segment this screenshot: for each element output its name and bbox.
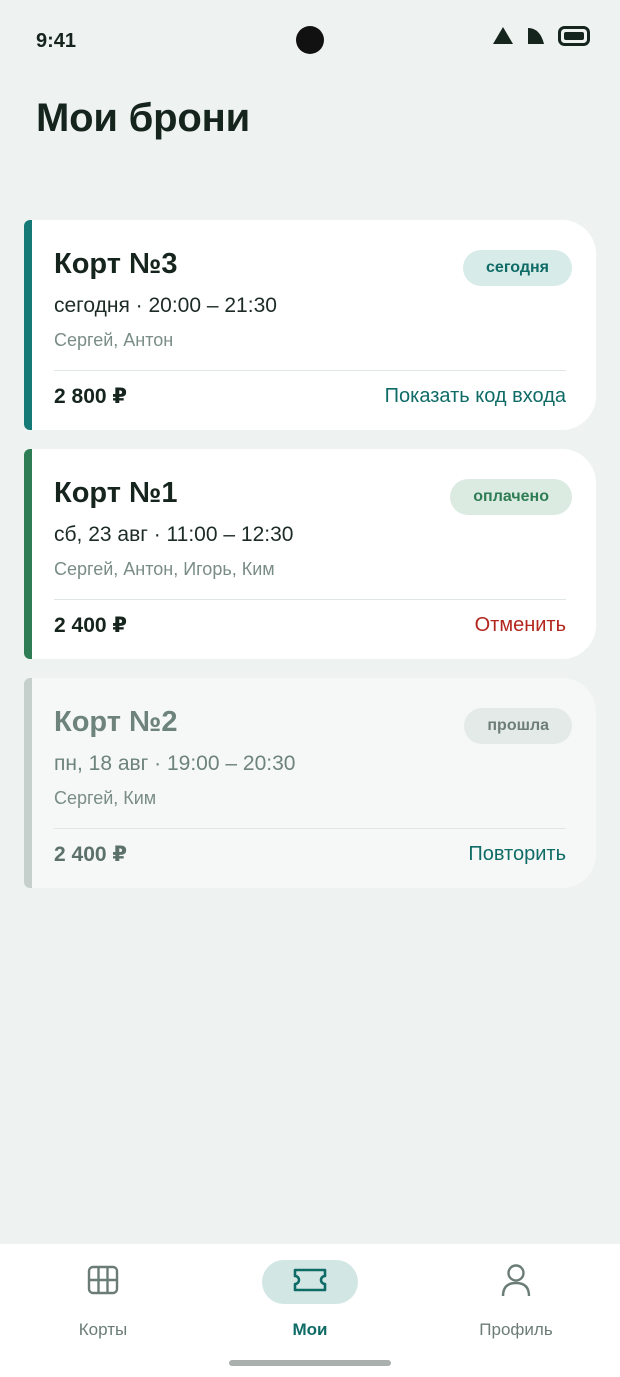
status-badge: прошла — [464, 708, 572, 744]
nav-item-profile[interactable]: Профиль — [446, 1260, 586, 1340]
bottom-nav: Корты Мои Профиль — [0, 1244, 620, 1377]
court-name: Корт №3 — [54, 248, 178, 280]
booking-card[interactable]: Корт №1 оплачено сб, 23 авг · 11:00 – 12… — [24, 449, 596, 659]
status-icons — [492, 26, 590, 46]
booking-players: Сергей, Ким — [54, 788, 157, 808]
signal-icon — [492, 26, 514, 46]
nav-label: Корты — [78, 1320, 128, 1339]
status-badge: оплачено — [450, 479, 572, 515]
battery-icon — [558, 26, 590, 46]
booking-players: Сергей, Антон, Игорь, Ким — [54, 559, 275, 579]
repeat-button[interactable]: Повторить — [468, 843, 566, 866]
divider — [54, 828, 566, 829]
booking-time: сб, 23 авг · 11:00 – 12:30 — [54, 523, 294, 546]
person-icon — [501, 1263, 531, 1302]
cancel-button[interactable]: Отменить — [475, 614, 566, 637]
status-stripe — [24, 449, 32, 659]
camera-cutout — [296, 26, 324, 54]
status-badge: сегодня — [463, 250, 572, 286]
nav-item-courts[interactable]: Корты — [33, 1260, 173, 1340]
booking-price: 2 800 ₽ — [54, 385, 127, 408]
nav-icon-wrap — [468, 1260, 564, 1304]
screen: 9:41 Мои брони Корт №3 сегодня сегодня ·… — [0, 0, 620, 1377]
nav-label: Профиль — [479, 1320, 553, 1339]
booking-time: сегодня · 20:00 – 21:30 — [54, 294, 277, 317]
status-time: 9:41 — [36, 30, 77, 52]
booking-time: пн, 18 авг · 19:00 – 20:30 — [54, 752, 296, 775]
booking-card[interactable]: Корт №2 прошла пн, 18 авг · 19:00 – 20:3… — [24, 678, 596, 888]
grid-icon — [87, 1265, 119, 1300]
status-stripe — [24, 220, 32, 430]
nav-label: Мои — [292, 1320, 328, 1339]
booking-players: Сергей, Антон — [54, 330, 174, 350]
booking-price: 2 400 ₽ — [54, 614, 127, 637]
status-bar: 9:41 — [0, 0, 620, 80]
cellular-icon — [526, 26, 546, 46]
status-stripe — [24, 678, 32, 888]
court-name: Корт №1 — [54, 477, 178, 509]
ticket-icon — [292, 1266, 328, 1299]
home-indicator[interactable] — [229, 1360, 391, 1366]
divider — [54, 599, 566, 600]
nav-item-my-bookings[interactable]: Мои — [240, 1260, 380, 1340]
court-name: Корт №2 — [54, 706, 178, 738]
show-entry-code-button[interactable]: Показать код входа — [385, 385, 566, 408]
nav-icon-wrap — [55, 1260, 151, 1304]
booking-card[interactable]: Корт №3 сегодня сегодня · 20:00 – 21:30 … — [24, 220, 596, 430]
page-title: Мои брони — [36, 96, 250, 140]
divider — [54, 370, 566, 371]
booking-price: 2 400 ₽ — [54, 843, 127, 866]
nav-icon-wrap — [262, 1260, 358, 1304]
bookings-list: Корт №3 сегодня сегодня · 20:00 – 21:30 … — [24, 220, 596, 907]
